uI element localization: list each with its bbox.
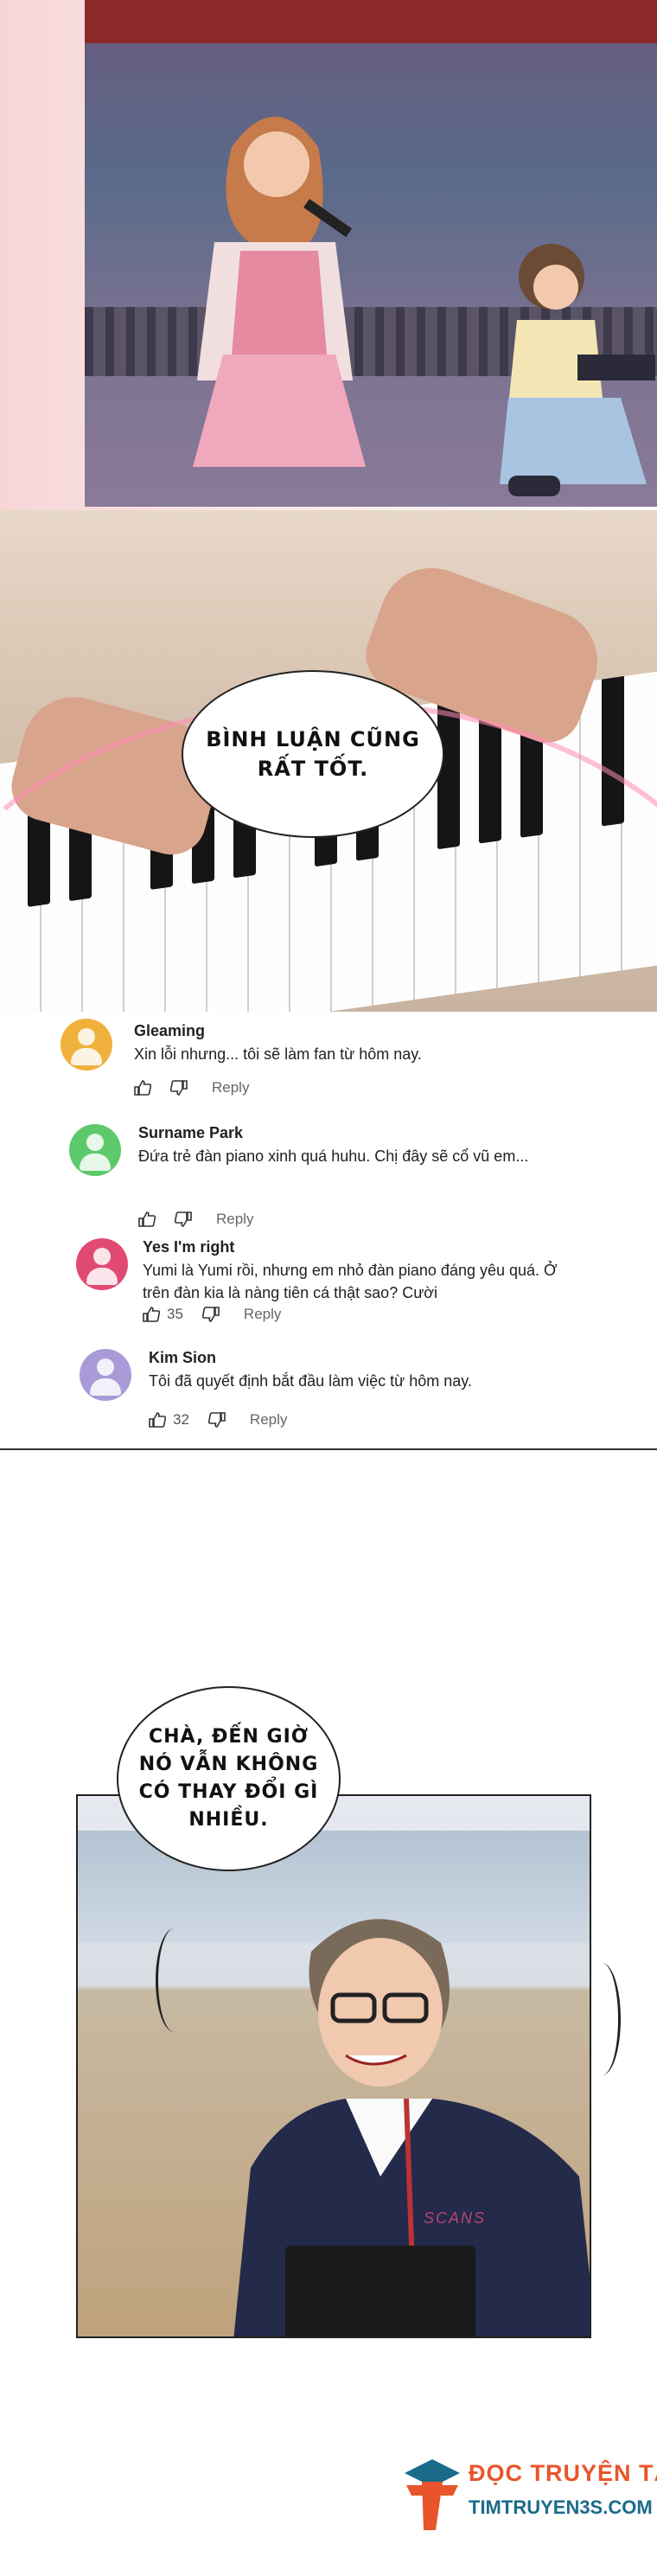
like-count: 35 (167, 1306, 183, 1322)
comment-item: Surname Park Đứa trẻ đàn piano xinh quá … (0, 1098, 657, 1227)
comment-text: Yumi là Yumi rồi, nhưng em nhỏ đàn piano… (143, 1262, 558, 1301)
site-watermark[interactable]: ĐỌC TRUYỆN TẠI TIMTRUYEN3S.COM (398, 2451, 657, 2547)
avatar (80, 1349, 131, 1401)
comment-item: Kim Sion Tôi đã quyết định bắt đầu làm v… (0, 1332, 657, 1444)
thumb-down-icon[interactable] (201, 1307, 220, 1322)
reply-button[interactable]: Reply (212, 1079, 249, 1096)
concert-panel (0, 0, 657, 510)
comment-item: Yes I'm right Yumi là Yumi rồi, nhưng em… (0, 1219, 657, 1340)
thumb-down-icon[interactable] (170, 1080, 188, 1096)
comment-author: Gleaming (134, 1022, 206, 1039)
reply-button[interactable]: Reply (250, 1411, 287, 1429)
avatar (61, 1019, 112, 1071)
thumb-up-icon[interactable] (143, 1307, 160, 1322)
stage-roof (85, 0, 657, 43)
comment-text: Xin lỗi nhưng... tôi sẽ làm fan từ hôm n… (134, 1045, 422, 1063)
emphasis-line (584, 1963, 621, 2075)
comment-author: Kim Sion (149, 1349, 217, 1366)
comments-section: Gleaming Xin lỗi nhưng... tôi sẽ làm fan… (0, 1012, 657, 1450)
t-logo-icon (405, 2459, 460, 2530)
reply-button[interactable]: Reply (244, 1306, 281, 1323)
comment-actions: 35 Reply (143, 1306, 281, 1323)
teacher-panel (76, 1794, 591, 2338)
comment-author: Surname Park (138, 1124, 244, 1141)
comment-actions: 32 Reply (149, 1411, 287, 1429)
speech-bubble-teacher: CHÀ, ĐẾN GIỜ NÓ VẪN KHÔNG CÓ THAY ĐỔI GÌ… (117, 1686, 341, 1871)
comment-item: Gleaming Xin lỗi nhưng... tôi sẽ làm fan… (0, 1012, 657, 1111)
avatar (76, 1238, 128, 1290)
watermark-line2: TIMTRUYEN3S.COM (469, 2496, 653, 2518)
avatar (69, 1124, 121, 1176)
watermark-line1: ĐỌC TRUYỆN TẠI (469, 2460, 657, 2486)
like-count: 32 (173, 1411, 189, 1428)
singer-figure (193, 117, 366, 467)
pianist-figure (500, 244, 655, 496)
bubble-text: CHÀ, ĐẾN GIỜ NÓ VẪN KHÔNG CÓ THAY ĐỔI GÌ… (138, 1726, 319, 1831)
thumb-down-icon[interactable] (207, 1412, 226, 1428)
comment-text: Đứa trẻ đàn piano xinh quá huhu. Chị đây… (138, 1147, 529, 1165)
thumb-up-icon[interactable] (134, 1080, 151, 1096)
concert-artwork (85, 0, 657, 507)
comment-author: Yes I'm right (143, 1238, 235, 1256)
emphasis-line (156, 1928, 193, 2032)
laptop (285, 2246, 475, 2336)
bubble-text: BÌNH LUẬN CŨNG RẤT TỐT. (206, 727, 420, 781)
speech-bubble-comments: BÌNH LUẬN CŨNG RẤT TỐT. (182, 670, 444, 838)
scan-watermark: SCANS (424, 2209, 487, 2227)
comment-text: Tôi đã quyết định bắt đầu làm việc từ hô… (149, 1372, 472, 1390)
thumb-up-icon[interactable] (149, 1412, 166, 1428)
comment-actions: Reply (134, 1079, 249, 1096)
